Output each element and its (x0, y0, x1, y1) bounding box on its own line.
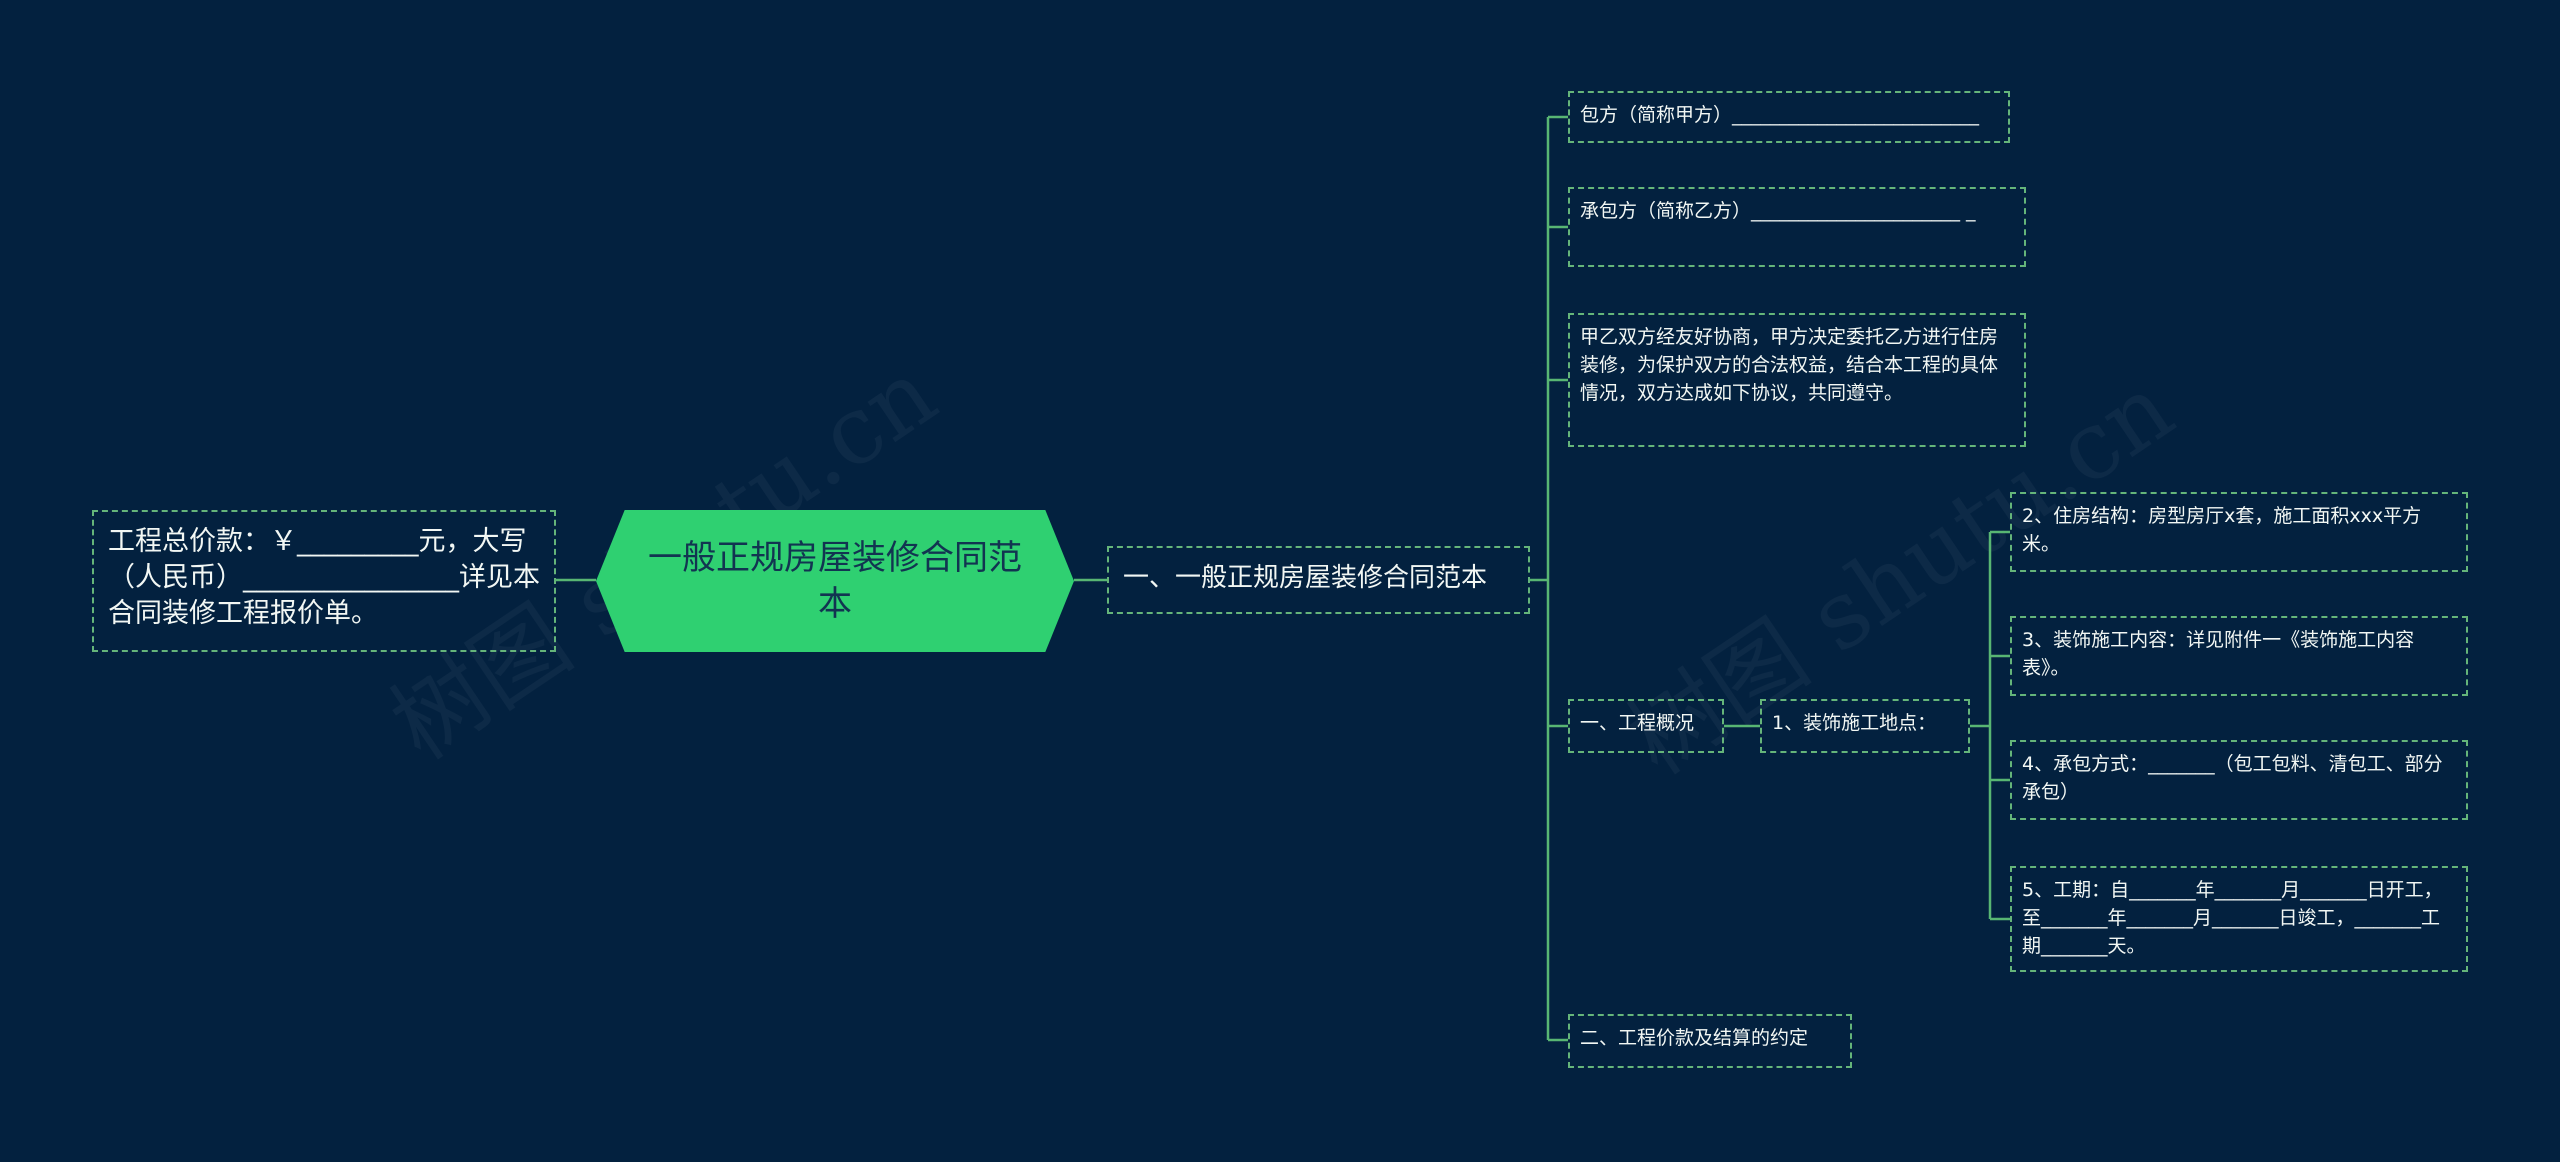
project-overview-node[interactable]: 一、工程概况 (1568, 699, 1724, 753)
housing-structure-node[interactable]: 2、住房结构：房型房厅x套，施工面积xxx平方米。 (2010, 492, 2468, 572)
left-total-price-node[interactable]: 工程总价款：￥_________元，大写（人民币）_______________… (92, 510, 556, 652)
construction-content-node[interactable]: 3、装饰施工内容：详见附件一《装饰施工内容表》。 (2010, 616, 2468, 696)
party-a-node[interactable]: 包方（简称甲方）__________________________ (1568, 91, 2010, 143)
level1-contract-node[interactable]: 一、一般正规房屋装修合同范本 (1107, 546, 1530, 614)
construction-location-node[interactable]: 1、装饰施工地点： (1760, 699, 1970, 753)
party-b-node[interactable]: 承包方（简称乙方）______________________ _ (1568, 187, 2026, 267)
mindmap-canvas: 树图 shutu.cn 树图 shutu.cn 工程总价款：￥_________… (0, 0, 2560, 1162)
agreement-node[interactable]: 甲乙双方经友好协商，甲方决定委托乙方进行住房装修，为保护双方的合法权益，结合本工… (1568, 313, 2026, 447)
central-topic-node[interactable]: 一般正规房屋装修合同范本 (596, 510, 1074, 652)
schedule-node[interactable]: 5、工期：自_______年_______月_______日开工，至______… (2010, 866, 2468, 972)
contract-method-node[interactable]: 4、承包方式：_______（包工包料、清包工、部分承包） (2010, 740, 2468, 820)
central-topic-label: 一般正规房屋装修合同范本 (648, 538, 1022, 624)
price-terms-node[interactable]: 二、工程价款及结算的约定 (1568, 1014, 1852, 1068)
